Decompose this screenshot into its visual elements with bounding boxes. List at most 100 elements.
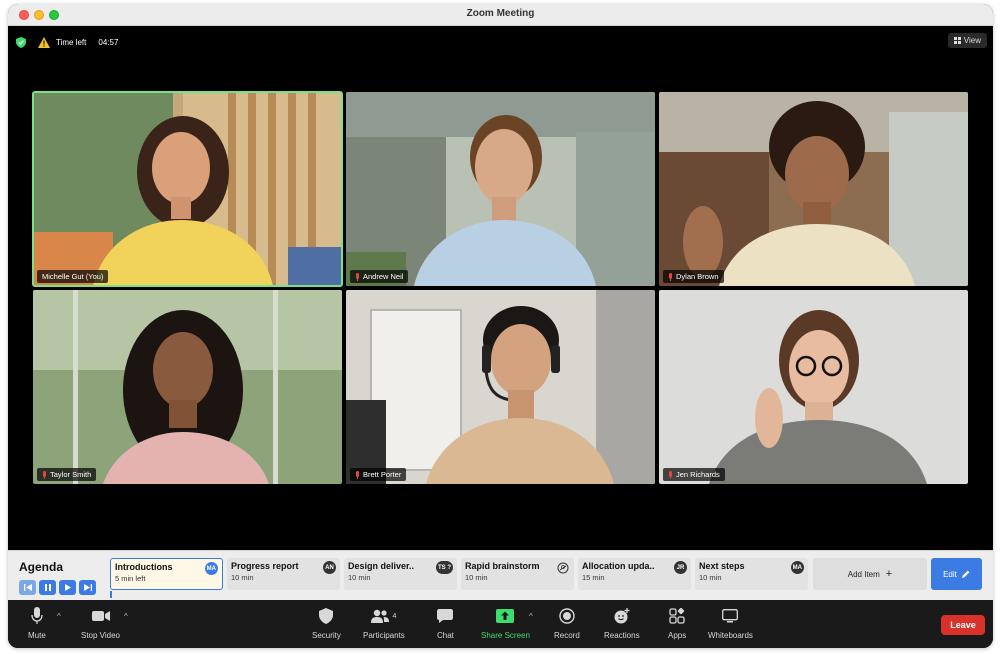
leave-button[interactable]: Leave bbox=[941, 615, 985, 635]
add-item-label: Add Item bbox=[847, 569, 880, 579]
video-stage: Time left 04:57 View Michelle Gut (You) … bbox=[8, 26, 993, 550]
record-icon bbox=[559, 608, 575, 624]
previous-item-button[interactable] bbox=[19, 580, 36, 595]
agenda-item-duration: 10 min bbox=[231, 573, 254, 582]
agenda-item-duration: 15 min bbox=[582, 573, 605, 582]
apps-button[interactable]: Apps bbox=[668, 606, 686, 640]
agenda-item-title: Progress report bbox=[231, 561, 299, 571]
chat-label: Chat bbox=[437, 631, 454, 640]
security-label: Security bbox=[312, 631, 341, 640]
agenda-progress-indicator bbox=[110, 591, 112, 598]
view-button-label: View bbox=[963, 36, 981, 45]
chat-bubble-icon bbox=[437, 609, 454, 623]
participant-name-tag: Michelle Gut (You) bbox=[37, 270, 109, 283]
assignee-badge: MA bbox=[204, 562, 218, 575]
participant-video bbox=[33, 290, 342, 484]
agenda-item-rapid-brainstorm[interactable]: Rapid brainstorm 10 min bbox=[461, 558, 574, 590]
zoom-window: Zoom Meeting Time left 04:57 View Michel… bbox=[8, 4, 993, 648]
participants-count: 4 bbox=[392, 612, 397, 620]
participant-name-tag: Jen Richards bbox=[663, 468, 725, 481]
share-screen-label: Share Screen bbox=[481, 631, 530, 640]
video-tile-andrew[interactable]: Andrew Neil bbox=[346, 92, 655, 286]
agenda-item-title: Next steps bbox=[699, 561, 745, 571]
chat-button[interactable]: Chat bbox=[437, 606, 454, 640]
agenda-item-duration: 5 min left bbox=[115, 574, 146, 583]
audio-options-caret[interactable]: ^ bbox=[57, 612, 61, 621]
apps-icon bbox=[669, 608, 685, 624]
whiteboards-label: Whiteboards bbox=[708, 631, 753, 640]
assignee-badge: TS ? bbox=[436, 561, 453, 574]
assignee-badge: AN bbox=[323, 561, 336, 574]
participant-video bbox=[659, 290, 968, 484]
share-screen-button[interactable]: Share Screen bbox=[481, 606, 530, 640]
warning-icon bbox=[38, 36, 50, 48]
muted-mic-icon bbox=[668, 470, 673, 479]
record-label: Record bbox=[554, 631, 580, 640]
time-left-value: 04:57 bbox=[98, 37, 119, 47]
next-item-button[interactable] bbox=[79, 580, 96, 595]
video-tile-michelle[interactable]: Michelle Gut (You) bbox=[32, 91, 343, 287]
agenda-item-next-steps[interactable]: Next steps 10 min MA bbox=[695, 558, 808, 590]
video-options-caret[interactable]: ^ bbox=[124, 612, 128, 621]
participant-video bbox=[346, 92, 655, 286]
mute-button[interactable]: Mute bbox=[28, 606, 46, 640]
stop-video-button[interactable]: Stop Video bbox=[81, 606, 120, 640]
edit-agenda-button[interactable]: Edit bbox=[931, 558, 982, 590]
meeting-toolbar: Mute ^ Stop Video ^ Security 4 Participa… bbox=[8, 601, 993, 648]
view-button[interactable]: View bbox=[947, 33, 987, 48]
agenda-item-title: Rapid brainstorm bbox=[465, 561, 540, 571]
plus-icon: + bbox=[885, 567, 893, 580]
people-icon bbox=[371, 609, 390, 623]
grid-icon bbox=[953, 37, 961, 44]
mute-label: Mute bbox=[28, 631, 46, 640]
video-tile-jen[interactable]: Jen Richards bbox=[659, 290, 968, 484]
apps-label: Apps bbox=[668, 631, 687, 640]
whiteboard-icon bbox=[722, 609, 739, 623]
meeting-info: Time left 04:57 bbox=[16, 34, 118, 50]
muted-mic-icon bbox=[668, 272, 673, 281]
participants-button[interactable]: 4 Participants bbox=[363, 606, 405, 640]
participant-video bbox=[33, 92, 342, 286]
agenda-item-design-deliver[interactable]: Design deliver.. 10 min TS ? bbox=[344, 558, 457, 590]
agenda-item-duration: 10 min bbox=[465, 573, 488, 582]
participant-name-tag: Taylor Smith bbox=[37, 468, 97, 481]
pause-icon bbox=[44, 584, 51, 591]
shield-icon bbox=[319, 608, 334, 624]
participant-video bbox=[659, 92, 968, 286]
smiley-icon bbox=[614, 608, 630, 624]
reactions-button[interactable]: Reactions bbox=[604, 606, 640, 640]
agenda-item-duration: 10 min bbox=[348, 573, 371, 582]
share-screen-icon bbox=[496, 609, 515, 623]
agenda-item-introductions[interactable]: Introductions 5 min left MA bbox=[110, 558, 223, 590]
add-item-button[interactable]: Add Item + bbox=[813, 558, 927, 590]
agenda-item-title: Allocation upda.. bbox=[582, 561, 655, 571]
pencil-icon bbox=[961, 570, 970, 578]
security-button[interactable]: Security bbox=[312, 606, 341, 640]
video-tile-dylan[interactable]: Dylan Brown bbox=[659, 92, 968, 286]
play-icon bbox=[64, 584, 71, 591]
skip-forward-icon bbox=[83, 584, 92, 591]
participant-name-tag: Andrew Neil bbox=[350, 270, 409, 283]
participant-name-tag: Dylan Brown bbox=[663, 270, 724, 283]
record-button[interactable]: Record bbox=[554, 606, 580, 640]
agenda-item-progress-report[interactable]: Progress report 10 min AN bbox=[227, 558, 340, 590]
video-camera-icon bbox=[91, 611, 110, 621]
play-button[interactable] bbox=[59, 580, 76, 595]
muted-mic-icon bbox=[355, 470, 360, 479]
agenda-controls bbox=[19, 580, 96, 595]
assignee-badge: JR bbox=[674, 561, 687, 574]
skip-back-icon bbox=[23, 584, 32, 591]
agenda-item-title: Introductions bbox=[115, 562, 173, 572]
agenda-item-allocation-update[interactable]: Allocation upda.. 15 min JR bbox=[578, 558, 691, 590]
video-tile-brett[interactable]: Brett Porter bbox=[346, 290, 655, 484]
share-options-caret[interactable]: ^ bbox=[529, 612, 533, 621]
pause-button[interactable] bbox=[39, 580, 56, 595]
participant-video bbox=[346, 290, 655, 484]
muted-mic-icon bbox=[42, 470, 47, 479]
encryption-shield-icon[interactable] bbox=[16, 36, 26, 48]
video-tile-taylor[interactable]: Taylor Smith bbox=[33, 290, 342, 484]
whiteboards-button[interactable]: Whiteboards bbox=[708, 606, 753, 640]
unassigned-icon bbox=[557, 562, 569, 574]
muted-mic-icon bbox=[355, 272, 360, 281]
agenda-bar: Agenda Introductions 5 min left MA Progr… bbox=[8, 550, 993, 600]
